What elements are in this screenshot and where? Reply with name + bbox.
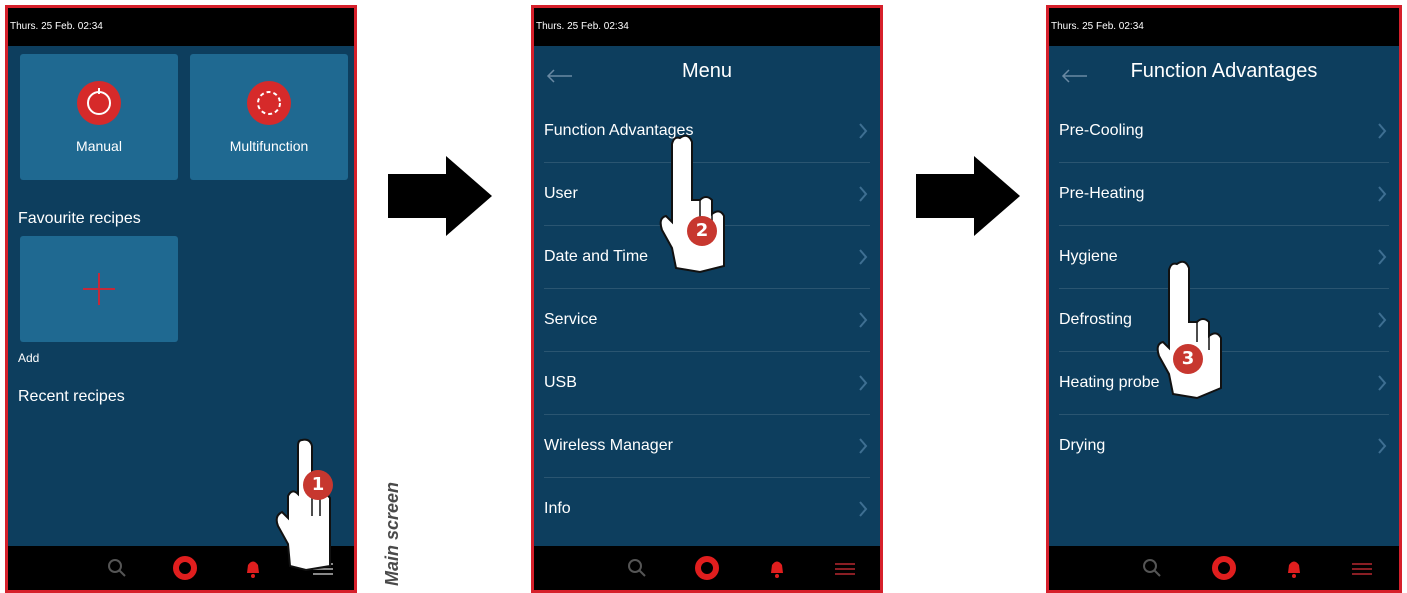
menu-item-usb[interactable]: USB — [544, 352, 870, 415]
search-icon[interactable] — [622, 553, 652, 583]
menu-item-service[interactable]: Service — [544, 289, 870, 352]
page-title: Menu — [681, 60, 733, 82]
recent-recipes-title: Recent recipes — [18, 388, 125, 405]
bottom-nav — [1049, 546, 1399, 590]
add-recipe-tile[interactable] — [20, 236, 178, 342]
menu-item-label: Pre-Heating — [1059, 185, 1145, 202]
multifunction-icon — [247, 81, 291, 125]
search-icon[interactable] — [102, 553, 132, 583]
chevron-right-icon — [859, 438, 868, 454]
chevron-right-icon — [859, 249, 868, 265]
search-icon[interactable] — [1137, 553, 1167, 583]
menu-screen: Thurs. 25 Feb. 02:34 Menu Function Advan… — [531, 5, 883, 593]
menu-icon[interactable] — [1347, 553, 1377, 583]
chevron-right-icon — [1378, 123, 1387, 139]
favourite-recipes-title: Favourite recipes — [18, 210, 141, 227]
chevron-right-icon — [1378, 249, 1387, 265]
step-badge: 2 — [687, 216, 717, 246]
plus-icon — [83, 273, 115, 305]
status-bar: Thurs. 25 Feb. 02:34 — [534, 8, 880, 46]
menu-item-info[interactable]: Info — [544, 478, 870, 540]
chevron-right-icon — [859, 312, 868, 328]
main-screen: Thurs. 25 Feb. 02:34 Manual Multifunctio… — [5, 5, 357, 593]
right-arrow-icon — [388, 156, 492, 236]
right-arrow-icon — [916, 156, 1020, 236]
function-advantages-screen: Thurs. 25 Feb. 02:34 Function Advantages… — [1046, 5, 1402, 593]
chevron-right-icon — [1378, 186, 1387, 202]
menu-item-pre-heating[interactable]: Pre-Heating — [1059, 163, 1389, 226]
pointing-hand-icon — [659, 134, 725, 274]
menu-item-label: Hygiene — [1059, 248, 1118, 265]
menu-item-pre-cooling[interactable]: Pre-Cooling — [1059, 100, 1389, 163]
status-bar: Thurs. 25 Feb. 02:34 — [8, 8, 354, 46]
status-bar: Thurs. 25 Feb. 02:34 — [1049, 8, 1399, 46]
pointing-hand-icon — [1156, 260, 1222, 400]
manual-label: Manual — [76, 138, 122, 154]
bell-icon[interactable] — [1279, 553, 1309, 583]
home-icon[interactable] — [170, 553, 200, 583]
page-title: Function Advantages — [1130, 60, 1318, 82]
chevron-right-icon — [1378, 375, 1387, 391]
manual-icon — [77, 81, 121, 125]
pointing-hand-icon — [275, 438, 331, 572]
multifunction-tile[interactable]: Multifunction — [190, 54, 348, 180]
menu-item-drying[interactable]: Drying — [1059, 415, 1389, 477]
menu-item-label: Service — [544, 311, 598, 328]
chevron-right-icon — [1378, 312, 1387, 328]
step-badge: 3 — [1173, 344, 1203, 374]
menu-item-label: Pre-Cooling — [1059, 122, 1144, 139]
menu-item-label: Date and Time — [544, 248, 649, 265]
add-label: Add — [18, 351, 40, 365]
menu-icon[interactable] — [830, 553, 860, 583]
menu-item-label: User — [544, 185, 578, 202]
menu-item-label: Defrosting — [1059, 311, 1132, 328]
chevron-right-icon — [859, 186, 868, 202]
menu-item-label: Info — [544, 500, 571, 517]
chevron-right-icon — [859, 501, 868, 517]
menu-item-wireless-manager[interactable]: Wireless Manager — [544, 415, 870, 478]
chevron-right-icon — [859, 375, 868, 391]
menu-item-label: Wireless Manager — [544, 437, 673, 454]
manual-tile[interactable]: Manual — [20, 54, 178, 180]
step-badge: 1 — [303, 470, 333, 500]
chevron-right-icon — [859, 123, 868, 139]
home-icon[interactable] — [1209, 553, 1239, 583]
main-screen-caption: Main screen — [382, 481, 402, 586]
menu-item-label: Heating probe — [1059, 374, 1160, 391]
multifunction-label: Multifunction — [229, 138, 309, 154]
chevron-right-icon — [1378, 438, 1387, 454]
menu-item-label: Drying — [1059, 437, 1106, 454]
bell-icon[interactable] — [762, 553, 792, 583]
bell-icon[interactable] — [238, 553, 268, 583]
home-icon[interactable] — [692, 553, 722, 583]
bottom-nav — [534, 546, 880, 590]
menu-item-label: USB — [544, 374, 577, 391]
